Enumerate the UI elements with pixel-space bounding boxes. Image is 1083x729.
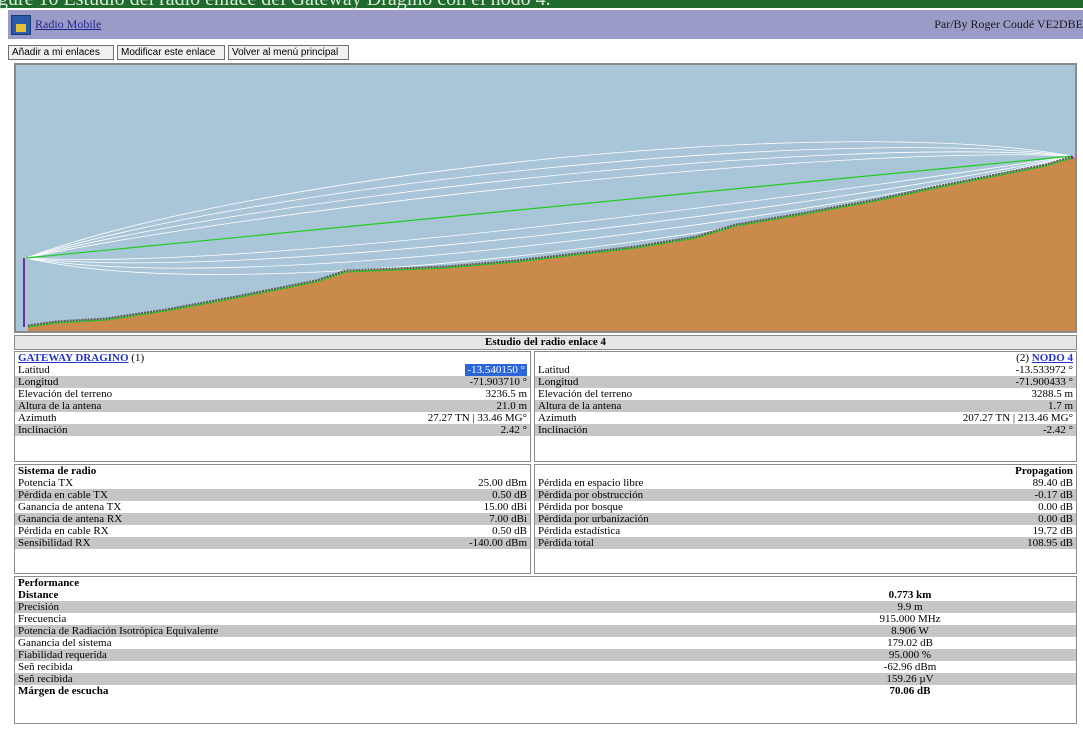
left-tilt-label: Inclinación <box>15 424 260 436</box>
radio-system-title: Sistema de radio <box>15 465 530 477</box>
radio-mobile-logo-icon <box>11 15 31 35</box>
right-station-name-link[interactable]: NODO 4 <box>1032 352 1073 364</box>
tx-antenna-gain-value: 15.00 dBi <box>345 501 530 513</box>
free-space-loss-label: Pérdida en espacio libre <box>535 477 915 489</box>
tx-antenna-gain-label: Ganancia de antena TX <box>15 501 345 513</box>
rx-sensitivity-value: -140.00 dBm <box>345 537 530 549</box>
obstruction-loss-value: -0.17 dB <box>915 489 1076 501</box>
left-lon-value: -71.903710 ° <box>260 376 530 388</box>
eirp-label: Potencia de Radiación Isotrópica Equival… <box>15 625 830 637</box>
required-reliability-label: Fiabilidad requerida <box>15 649 830 661</box>
left-tilt-value: 2.42 ° <box>260 424 530 436</box>
left-ant-height-label: Altura de la antena <box>15 400 260 412</box>
left-station-panel: GATEWAY DRAGINO (1) Latitud -13.540150 °… <box>14 351 531 462</box>
system-gain-label: Ganancia del sistema <box>15 637 830 649</box>
received-signal-dbm-value: -62.96 dBm <box>830 661 990 673</box>
fade-margin-label: Márgen de escucha <box>15 685 830 697</box>
right-station-header: (2) NODO 4 <box>535 352 1076 364</box>
author-credit: Par/By Roger Coudé VE2DBE <box>934 17 1083 31</box>
rx-sensitivity-label: Sensibilidad RX <box>15 537 345 549</box>
left-station-header: GATEWAY DRAGINO (1) <box>15 352 530 364</box>
propagation-title: Propagation <box>535 465 1076 477</box>
right-ant-height-value: 1.7 m <box>778 400 1076 412</box>
total-loss-value: 108.95 dB <box>915 537 1076 549</box>
right-station-num: (2) <box>1016 352 1029 364</box>
frequency-value: 915.000 MHz <box>830 613 990 625</box>
eirp-value: 8.906 W <box>830 625 990 637</box>
total-loss-label: Pérdida total <box>535 537 915 549</box>
left-station-name-link[interactable]: GATEWAY DRAGINO <box>18 352 129 364</box>
right-azimuth-value: 207.27 TN | 213.46 MG° <box>778 412 1076 424</box>
left-elev-label: Elevación del terreno <box>15 388 260 400</box>
performance-title: Performance <box>15 577 1076 589</box>
app-header: Radio Mobile Par/By Roger Coudé VE2DBE <box>8 10 1083 39</box>
right-lon-value: -71.900433 ° <box>778 376 1076 388</box>
right-elev-label: Elevación del terreno <box>535 388 778 400</box>
received-signal-dbm-label: Señ recibida <box>15 661 830 673</box>
app-title-link[interactable]: Radio Mobile <box>35 17 101 32</box>
required-reliability-value: 95.000 % <box>830 649 990 661</box>
modify-link-button[interactable]: Modificar este enlace <box>117 45 225 60</box>
rx-antenna-gain-label: Ganancia de antena RX <box>15 513 345 525</box>
back-to-menu-button[interactable]: Volver al menú principal <box>228 45 349 60</box>
obstruction-loss-label: Pérdida por obstrucción <box>535 489 915 501</box>
terrain-profile-svg <box>16 65 1075 331</box>
forest-loss-label: Pérdida por bosque <box>535 501 915 513</box>
right-station-panel: (2) NODO 4 Latitud -13.533972 ° Longitud… <box>534 351 1077 462</box>
statistical-loss-label: Pérdida estadística <box>535 525 915 537</box>
left-ant-height-value: 21.0 m <box>260 400 530 412</box>
study-title: Estudio del radio enlace 4 <box>484 336 606 348</box>
fade-margin-value: 70.06 dB <box>830 685 990 697</box>
left-elev-value: 3236.5 m <box>260 388 530 400</box>
terrain-profile <box>14 63 1077 333</box>
study-title-bar: Estudio del radio enlace 4 <box>14 335 1077 350</box>
frequency-label: Frecuencia <box>15 613 830 625</box>
urban-loss-label: Pérdida por urbanización <box>535 513 915 525</box>
free-space-loss-value: 89.40 dB <box>915 477 1076 489</box>
urban-loss-value: 0.00 dB <box>915 513 1076 525</box>
left-lat-cell: -13.540150 ° <box>260 364 530 376</box>
left-lat-value[interactable]: -13.540150 ° <box>465 364 527 376</box>
tx-cable-loss-value: 0.50 dB <box>345 489 530 501</box>
rx-cable-loss-value: 0.50 dB <box>345 525 530 537</box>
tx-cable-loss-label: Pérdida en cable TX <box>15 489 345 501</box>
add-link-button[interactable]: Añadir a mi enlaces <box>8 45 114 60</box>
right-lat-value: -13.533972 ° <box>778 364 1076 376</box>
precision-label: Precisión <box>15 601 830 613</box>
right-tilt-label: Inclinación <box>535 424 778 436</box>
left-station-num: (1) <box>131 352 145 364</box>
left-azimuth-label: Azimuth <box>15 412 260 424</box>
right-ant-height-label: Altura de la antena <box>535 400 778 412</box>
left-azimuth-value: 27.27 TN | 33.46 MG° <box>260 412 530 424</box>
statistical-loss-value: 19.72 dB <box>915 525 1076 537</box>
received-signal-uv-value: 159.26 µV <box>830 673 990 685</box>
propagation-panel: Propagation Pérdida en espacio libre 89.4… <box>534 464 1077 574</box>
system-gain-value: 179.02 dB <box>830 637 990 649</box>
tx-power-value: 25.00 dBm <box>345 477 530 489</box>
right-tilt-value: -2.42 ° <box>778 424 1076 436</box>
right-lat-label: Latitud <box>535 364 778 376</box>
right-lon-label: Longitud <box>535 376 778 388</box>
caption-strip: gure 10 Estudio del radio enlace del Gat… <box>0 0 1083 10</box>
distance-label: Distance <box>15 589 830 601</box>
distance-value: 0.773 km <box>830 589 990 601</box>
radio-system-panel: Sistema de radio Potencia TX 25.00 dBm Pé… <box>14 464 531 574</box>
left-lat-label: Latitud <box>15 364 260 376</box>
received-signal-uv-label: Señ recibida <box>15 673 830 685</box>
performance-panel: Performance Distance 0.773 km Precisión 9.… <box>14 576 1077 724</box>
tx-power-label: Potencia TX <box>15 477 345 489</box>
right-elev-value: 3288.5 m <box>778 388 1076 400</box>
precision-value: 9.9 m <box>830 601 990 613</box>
forest-loss-value: 0.00 dB <box>915 501 1076 513</box>
left-lon-label: Longitud <box>15 376 260 388</box>
rx-cable-loss-label: Pérdida en cable RX <box>15 525 345 537</box>
right-azimuth-label: Azimuth <box>535 412 778 424</box>
rx-antenna-gain-value: 7.00 dBi <box>345 513 530 525</box>
